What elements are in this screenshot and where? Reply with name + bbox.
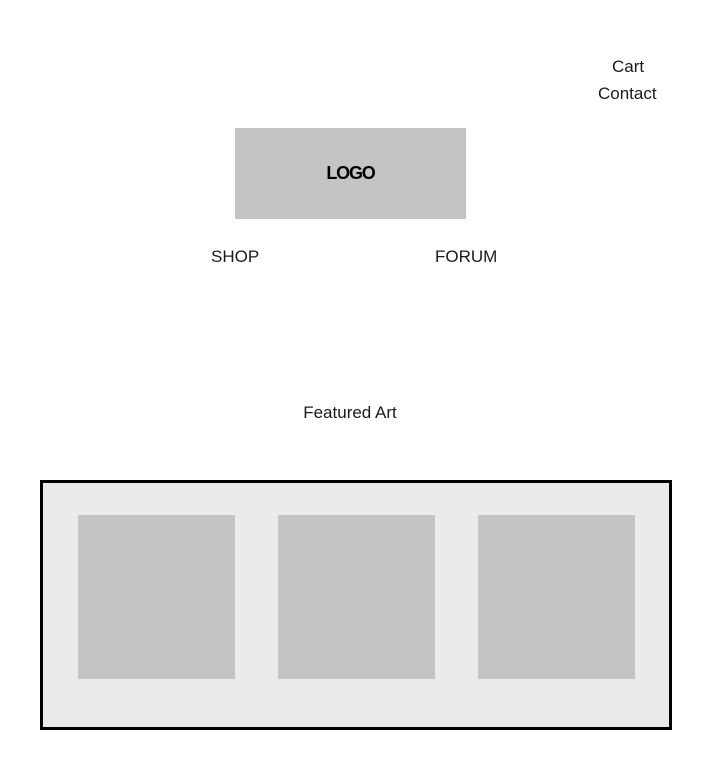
- art-thumbnail[interactable]: [478, 515, 635, 679]
- nav-item-forum[interactable]: FORUM: [435, 247, 497, 267]
- art-thumbnail[interactable]: [278, 515, 435, 679]
- featured-art-heading: Featured Art: [303, 403, 397, 422]
- art-thumbnail[interactable]: [78, 515, 235, 679]
- nav-item-shop[interactable]: SHOP: [211, 247, 259, 267]
- logo[interactable]: LOGO: [235, 128, 466, 219]
- cart-link[interactable]: Cart: [612, 57, 644, 77]
- logo-text: LOGO: [326, 163, 375, 183]
- contact-link[interactable]: Contact: [598, 84, 657, 104]
- featured-art-gallery: [40, 480, 672, 730]
